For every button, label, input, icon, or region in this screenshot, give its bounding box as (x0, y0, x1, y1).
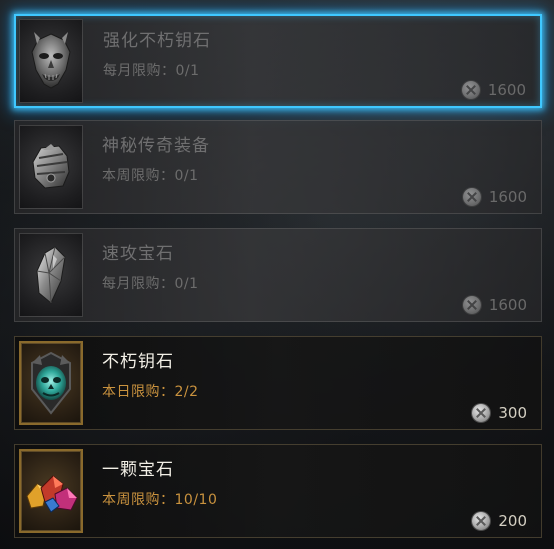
item-price-value: 1600 (488, 296, 527, 314)
item-name: 速攻宝石 (102, 244, 174, 264)
item-name: 不朽钥石 (102, 352, 174, 372)
item-icon-frame (19, 19, 83, 103)
item-name: 神秘传奇装备 (102, 136, 210, 156)
item-price-value: 1600 (487, 81, 526, 99)
item-purchase-limit: 本周限购：10/10 (102, 492, 218, 508)
item-name: 强化不朽钥石 (103, 31, 211, 51)
item-price: 200 (472, 512, 527, 530)
item-purchase-limit: 本日限购：2/2 (102, 384, 199, 400)
item-price-value: 200 (498, 512, 527, 530)
platinum-coin-icon (472, 404, 491, 422)
shop-item-immortal-key-stone[interactable]: 不朽钥石 本日限购：2/2 300 (14, 336, 542, 430)
item-icon-frame (19, 449, 83, 533)
crystal-shard-icon (36, 246, 66, 304)
item-price: 1600 (462, 296, 527, 314)
item-price: 300 (472, 404, 527, 422)
item-price: 1600 (461, 81, 526, 99)
teal-skull-crest-icon (31, 351, 71, 415)
item-icon-frame (19, 125, 83, 209)
item-icon-frame (19, 233, 83, 317)
item-price: 1600 (462, 188, 527, 206)
gauntlet-icon (32, 144, 70, 189)
platinum-coin-icon (462, 296, 481, 314)
item-purchase-limit: 每月限购：0/1 (103, 63, 200, 79)
item-price-value: 1600 (488, 188, 527, 206)
shop-item-mystery-legendary-gear[interactable]: 神秘传奇装备 本周限购：0/1 1600 (14, 120, 542, 214)
shop-item-attack-speed-gem[interactable]: 速攻宝石 每月限购：0/1 1600 (14, 228, 542, 322)
item-price-value: 300 (498, 404, 527, 422)
platinum-coin-icon (461, 81, 480, 99)
shop-item-enhanced-key-stone[interactable]: 强化不朽钥石 每月限购：0/1 1600 (14, 14, 542, 108)
item-purchase-limit: 每月限购：0/1 (102, 276, 199, 292)
platinum-coin-icon (472, 512, 491, 530)
demon-mask-icon (31, 32, 71, 89)
platinum-coin-icon (462, 188, 481, 206)
item-name: 一颗宝石 (102, 460, 174, 480)
gem-cluster-icon (26, 475, 78, 513)
shop-item-single-gem[interactable]: 一颗宝石 本周限购：10/10 200 (14, 444, 542, 538)
item-icon-frame (19, 341, 83, 425)
item-purchase-limit: 本周限购：0/1 (102, 168, 199, 184)
